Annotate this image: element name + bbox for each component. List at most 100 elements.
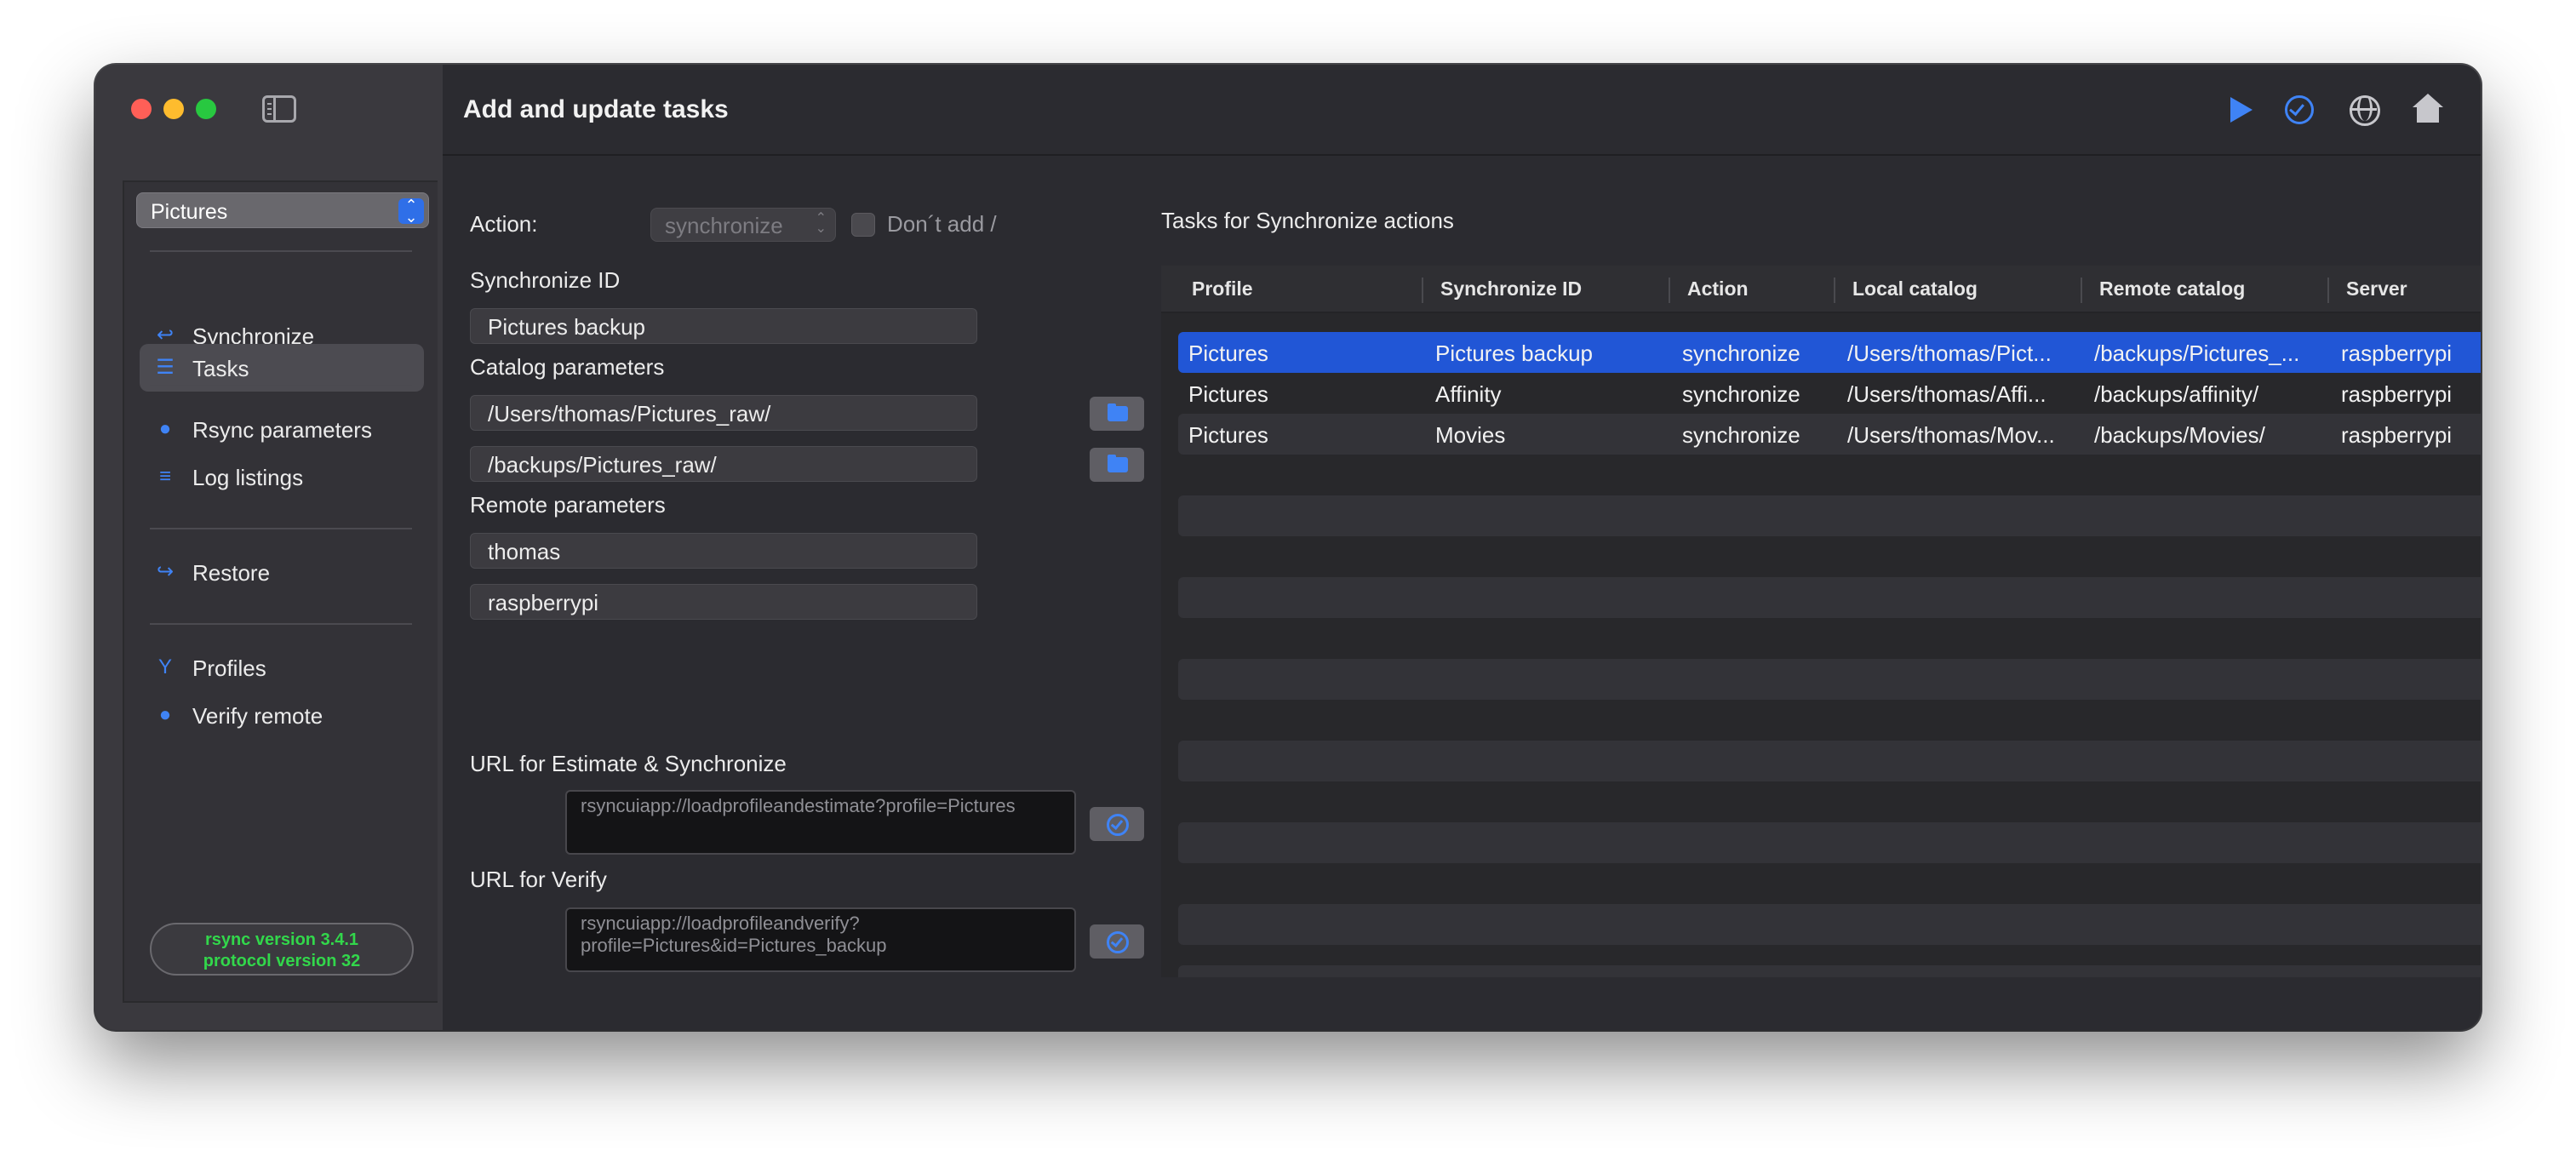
table-cell: synchronize bbox=[1682, 341, 1800, 366]
table-cell: synchronize bbox=[1682, 381, 1800, 407]
zoom-window-button[interactable] bbox=[196, 99, 216, 119]
remote-server-field[interactable]: raspberrypi bbox=[470, 584, 977, 620]
empty-row bbox=[1178, 904, 2481, 945]
url-verify-text-line1: rsyncuiapp://loadprofileandverify? bbox=[581, 913, 860, 934]
empty-row bbox=[1178, 577, 2481, 618]
folder-icon[interactable] bbox=[1090, 397, 1144, 431]
log-listings-icon: ≡ bbox=[158, 465, 171, 488]
tasks-table: Profile Synchronize ID Action Local cata… bbox=[1161, 266, 2481, 977]
play-icon[interactable] bbox=[2222, 90, 2259, 128]
sidebar-item-label: Log listings bbox=[192, 465, 304, 490]
table-row[interactable]: Pictures Pictures backup synchronize /Us… bbox=[1178, 332, 2481, 373]
checkmark-circle-icon[interactable] bbox=[2280, 90, 2317, 128]
table-cell: Affinity bbox=[1435, 381, 1502, 407]
chevron-updown-icon: ⌃ ⌄ bbox=[398, 197, 424, 225]
sidebar-divider bbox=[150, 623, 412, 625]
table-cell: /backups/Pictures_... bbox=[2094, 341, 2300, 366]
sync-id-label: Synchronize ID bbox=[470, 267, 621, 293]
remote-user-field[interactable]: thomas bbox=[470, 533, 977, 569]
column-header-profile[interactable]: Profile bbox=[1175, 278, 1422, 303]
table-cell: synchronize bbox=[1682, 422, 1800, 448]
profile-select[interactable]: Pictures ⌃ ⌄ bbox=[136, 192, 429, 228]
home-icon[interactable] bbox=[2407, 90, 2445, 128]
table-cell: Pictures bbox=[1188, 381, 1268, 407]
column-header-local-catalog[interactable]: Local catalog bbox=[1834, 278, 2081, 303]
sidebar-item-label: Verify remote bbox=[192, 703, 323, 729]
dont-add-slash-label: Don´t add / bbox=[887, 211, 997, 237]
catalog-parameters-label: Catalog parameters bbox=[470, 354, 665, 380]
table-row[interactable]: Pictures Movies synchronize /Users/thoma… bbox=[1178, 414, 2481, 455]
toolbar-divider bbox=[443, 154, 2481, 156]
empty-row bbox=[1178, 741, 2481, 781]
table-cell: Pictures backup bbox=[1435, 341, 1593, 366]
column-header-action[interactable]: Action bbox=[1669, 278, 1834, 303]
close-window-button[interactable] bbox=[131, 99, 152, 119]
table-cell: raspberrypi bbox=[2341, 341, 2453, 366]
window-title: Add and update tasks bbox=[463, 95, 729, 123]
folder-icon[interactable] bbox=[1090, 448, 1144, 482]
url-estimate-label: URL for Estimate & Synchronize bbox=[470, 751, 787, 776]
table-cell: /Users/thomas/Affi... bbox=[1847, 381, 2046, 407]
table-title: Tasks for Synchronize actions bbox=[1161, 208, 1454, 233]
url-verify-label: URL for Verify bbox=[470, 867, 607, 892]
table-cell: Movies bbox=[1435, 422, 1506, 448]
table-cell: /backups/Movies/ bbox=[2094, 422, 2265, 448]
sidebar-item-label: Rsync parameters bbox=[192, 417, 372, 443]
table-cell: Pictures bbox=[1188, 422, 1268, 448]
restore-icon: ↪ bbox=[156, 560, 175, 583]
copy-url-verify-button[interactable] bbox=[1090, 924, 1144, 959]
url-verify-field[interactable]: rsyncuiapp://loadprofileandverify? profi… bbox=[565, 907, 1076, 972]
table-row[interactable]: Pictures Affinity synchronize /Users/tho… bbox=[1178, 373, 2481, 414]
table-cell: raspberrypi bbox=[2341, 381, 2453, 407]
sidebar-divider bbox=[150, 528, 412, 529]
rsync-version-text: rsync version 3.4.1 bbox=[204, 930, 359, 949]
empty-row bbox=[1178, 659, 2481, 700]
table-cell: Pictures bbox=[1188, 341, 1268, 366]
sidebar-item-verify-remote[interactable]: ● Verify remote bbox=[140, 691, 424, 739]
dont-add-slash-checkbox[interactable] bbox=[851, 213, 875, 237]
app-window: Pictures ⌃ ⌄ ↩ Synchronize ☰ Tasks ● Rsyn… bbox=[95, 65, 2481, 1030]
rsync-version-badge[interactable]: rsync version 3.4.1 protocol version 32 bbox=[150, 923, 414, 976]
tasks-icon: ☰ bbox=[156, 356, 175, 379]
minimize-window-button[interactable] bbox=[163, 99, 184, 119]
action-label: Action: bbox=[470, 211, 538, 237]
sidebar-item-log-listings[interactable]: ≡ Log listings bbox=[140, 453, 424, 501]
url-estimate-text: rsyncuiapp://loadprofileandestimate?prof… bbox=[581, 795, 1016, 816]
profiles-icon: Y bbox=[157, 655, 172, 678]
rsync-parameters-icon: ● bbox=[158, 417, 172, 440]
sidebar-item-profiles[interactable]: Y Profiles bbox=[140, 644, 424, 691]
sidebar-item-label: Tasks bbox=[192, 356, 249, 381]
sidebar-item-rsync-parameters[interactable]: ● Rsync parameters bbox=[140, 405, 424, 453]
remote-catalog-field[interactable]: /backups/Pictures_raw/ bbox=[470, 446, 977, 482]
profile-select-value: Pictures bbox=[151, 200, 228, 224]
action-select-value: synchronize bbox=[665, 213, 783, 238]
table-header: Profile Synchronize ID Action Local cata… bbox=[1161, 266, 2481, 313]
column-header-synchronize-id[interactable]: Synchronize ID bbox=[1422, 278, 1669, 303]
local-catalog-field[interactable]: /Users/thomas/Pictures_raw/ bbox=[470, 395, 977, 431]
sidebar-toggle-icon[interactable] bbox=[262, 95, 296, 123]
sidebar-divider bbox=[150, 250, 412, 252]
copy-url-estimate-button[interactable] bbox=[1090, 807, 1144, 841]
url-verify-text-line2: profile=Pictures&id=Pictures_backup bbox=[581, 935, 887, 956]
sync-id-field[interactable]: Pictures backup bbox=[470, 308, 977, 344]
protocol-version-text: protocol version 32 bbox=[203, 952, 361, 970]
column-header-remote-catalog[interactable]: Remote catalog bbox=[2081, 278, 2327, 303]
table-cell: /Users/thomas/Pict... bbox=[1847, 341, 2052, 366]
table-cell: raspberrypi bbox=[2341, 422, 2453, 448]
table-cell: /Users/thomas/Mov... bbox=[1847, 422, 2055, 448]
chevron-updown-icon: ⌃ ⌄ bbox=[815, 211, 827, 236]
empty-row bbox=[1178, 822, 2481, 863]
sidebar-item-label: Restore bbox=[192, 560, 271, 586]
remote-parameters-label: Remote parameters bbox=[470, 492, 666, 518]
sidebar-item-restore[interactable]: ↪ Restore bbox=[140, 548, 424, 596]
globe-icon[interactable] bbox=[2344, 90, 2382, 128]
url-estimate-field[interactable]: rsyncuiapp://loadprofileandestimate?prof… bbox=[565, 790, 1076, 855]
sidebar-item-label: Profiles bbox=[192, 655, 266, 681]
verify-remote-icon: ● bbox=[158, 703, 172, 726]
action-select[interactable]: synchronize ⌃ ⌄ bbox=[650, 208, 836, 242]
sidebar-divider bbox=[150, 385, 412, 386]
column-header-server[interactable]: Server bbox=[2327, 278, 2481, 303]
table-cell: /backups/affinity/ bbox=[2094, 381, 2259, 407]
empty-row bbox=[1178, 495, 2481, 536]
empty-row bbox=[1178, 965, 2481, 977]
